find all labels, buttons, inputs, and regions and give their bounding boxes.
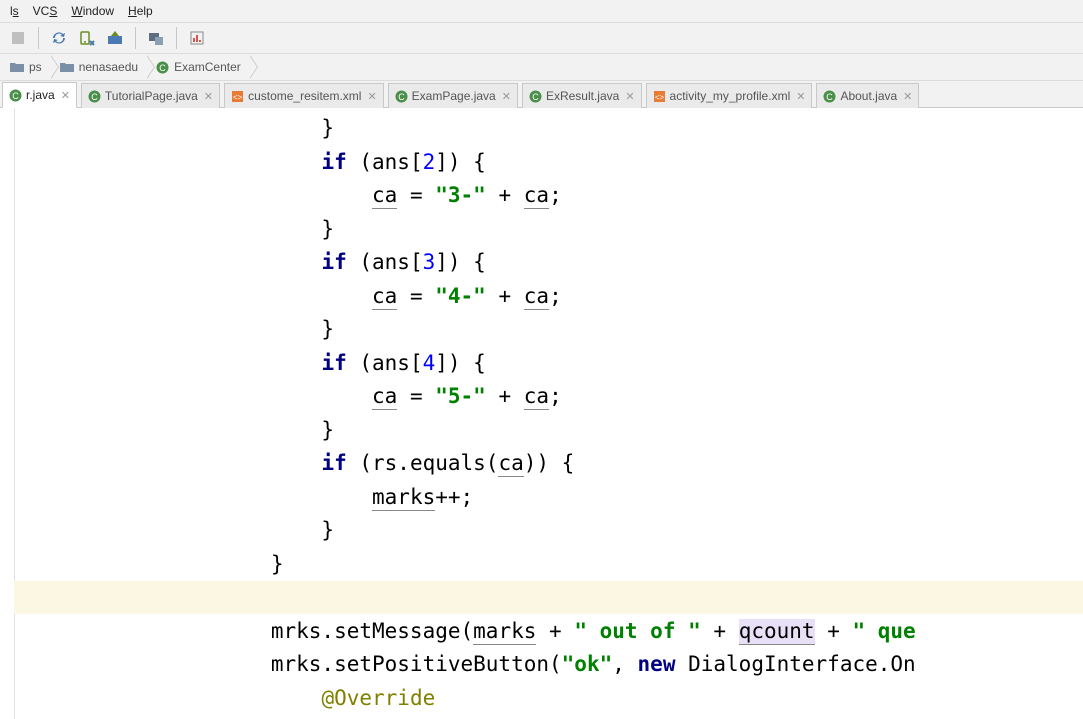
menu-bar: lsVCSWindowHelp xyxy=(0,0,1083,23)
file-tab-label: About.java xyxy=(840,89,897,103)
code-line: } xyxy=(18,548,1083,582)
close-icon[interactable]: ✕ xyxy=(61,89,70,102)
code-line: ca = "5-" + ca; xyxy=(18,380,1083,414)
toolbar xyxy=(0,23,1083,54)
profiler-icon[interactable] xyxy=(185,26,209,50)
code-line: @Override xyxy=(18,682,1083,716)
separator-icon xyxy=(176,27,177,49)
class-icon: C xyxy=(9,89,22,102)
menu-item-help[interactable]: Help xyxy=(122,2,159,20)
close-icon[interactable]: ✕ xyxy=(903,90,912,103)
breadcrumb-item[interactable]: nenasaedu xyxy=(50,55,146,79)
file-tab[interactable]: C ExamPage.java ✕ xyxy=(388,83,518,108)
svg-text:C: C xyxy=(827,92,834,102)
file-tab[interactable]: <> custome_resitem.xml ✕ xyxy=(224,83,384,108)
code-line: if (ans[2]) { xyxy=(18,146,1083,180)
gutter xyxy=(0,108,15,719)
xml-icon: <> xyxy=(231,90,244,103)
code-editor[interactable]: } if (ans[2]) { ca = "3-" + ca; } if (an… xyxy=(0,108,1083,719)
svg-text:C: C xyxy=(12,91,19,101)
close-icon[interactable]: ✕ xyxy=(625,90,634,103)
menu-item-window[interactable]: Window xyxy=(65,2,120,20)
sdk-manager-icon[interactable] xyxy=(103,26,127,50)
file-tab[interactable]: Cr.java ✕ xyxy=(2,82,77,108)
file-tab-label: ExamPage.java xyxy=(412,89,496,103)
breadcrumb-label: nenasaedu xyxy=(79,60,138,74)
sync-icon[interactable] xyxy=(47,26,71,50)
class-icon: C xyxy=(823,90,836,103)
code-line: mrks.setPositiveButton("ok", new DialogI… xyxy=(18,648,1083,682)
file-tab-label: custome_resitem.xml xyxy=(248,89,361,103)
breadcrumb-item[interactable]: ps xyxy=(0,55,50,79)
close-icon[interactable]: ✕ xyxy=(367,90,376,103)
close-icon[interactable]: ✕ xyxy=(796,90,805,103)
code-line: } xyxy=(18,313,1083,347)
file-tab-label: TutorialPage.java xyxy=(105,89,198,103)
stop-icon[interactable] xyxy=(6,26,30,50)
folder-icon xyxy=(10,61,24,73)
code-line: ca = "3-" + ca; xyxy=(18,179,1083,213)
svg-text:C: C xyxy=(532,92,539,102)
code-line: if (ans[3]) { xyxy=(18,246,1083,280)
file-tab[interactable]: C TutorialPage.java ✕ xyxy=(81,83,220,108)
file-tab-label: ExResult.java xyxy=(546,89,619,103)
file-tab[interactable]: C ExResult.java ✕ xyxy=(522,83,642,108)
breadcrumb: ps nenasaedu C ExamCenter xyxy=(0,54,1083,81)
svg-text:C: C xyxy=(159,63,166,73)
menu-item-vcs[interactable]: VCS xyxy=(27,2,64,20)
file-tabs: Cr.java ✕ C TutorialPage.java ✕ <> custome_res… xyxy=(0,81,1083,108)
class-icon: C xyxy=(395,90,408,103)
breadcrumb-label: ExamCenter xyxy=(174,60,241,74)
avd-manager-icon[interactable] xyxy=(75,26,99,50)
breadcrumb-label: ps xyxy=(29,60,42,74)
code-line: } xyxy=(18,112,1083,146)
class-icon: C xyxy=(156,61,169,74)
device-file-explorer-icon[interactable] xyxy=(144,26,168,50)
xml-icon: <> xyxy=(653,90,666,103)
file-tab[interactable]: <> activity_my_profile.xml ✕ xyxy=(646,83,813,108)
close-icon[interactable]: ✕ xyxy=(502,90,511,103)
folder-icon xyxy=(60,61,74,73)
class-icon: C xyxy=(88,90,101,103)
separator-icon xyxy=(135,27,136,49)
code-line: marks++; xyxy=(18,481,1083,515)
file-tab[interactable]: C About.java ✕ xyxy=(816,83,919,108)
code-area[interactable]: } if (ans[2]) { ca = "3-" + ca; } if (an… xyxy=(0,108,1083,715)
close-icon[interactable]: ✕ xyxy=(204,90,213,103)
separator-icon xyxy=(38,27,39,49)
code-line: } xyxy=(18,213,1083,247)
svg-text:<>: <> xyxy=(233,93,243,102)
menu-item-ls[interactable]: ls xyxy=(4,2,25,20)
code-line: if (rs.equals(ca)) { xyxy=(18,447,1083,481)
code-line: } xyxy=(18,514,1083,548)
svg-text:C: C xyxy=(91,92,98,102)
class-icon: C xyxy=(529,90,542,103)
svg-text:<>: <> xyxy=(654,93,664,102)
breadcrumb-item[interactable]: C ExamCenter xyxy=(146,55,249,79)
file-tab-label: activity_my_profile.xml xyxy=(670,89,791,103)
file-tab-label: r.java xyxy=(26,88,55,102)
code-line: if (ans[4]) { xyxy=(18,347,1083,381)
code-line: mrks.setMessage(marks + " out of " + qco… xyxy=(18,615,1083,649)
code-line: } xyxy=(18,414,1083,448)
code-line: ca = "4-" + ca; xyxy=(18,280,1083,314)
svg-text:C: C xyxy=(398,92,405,102)
